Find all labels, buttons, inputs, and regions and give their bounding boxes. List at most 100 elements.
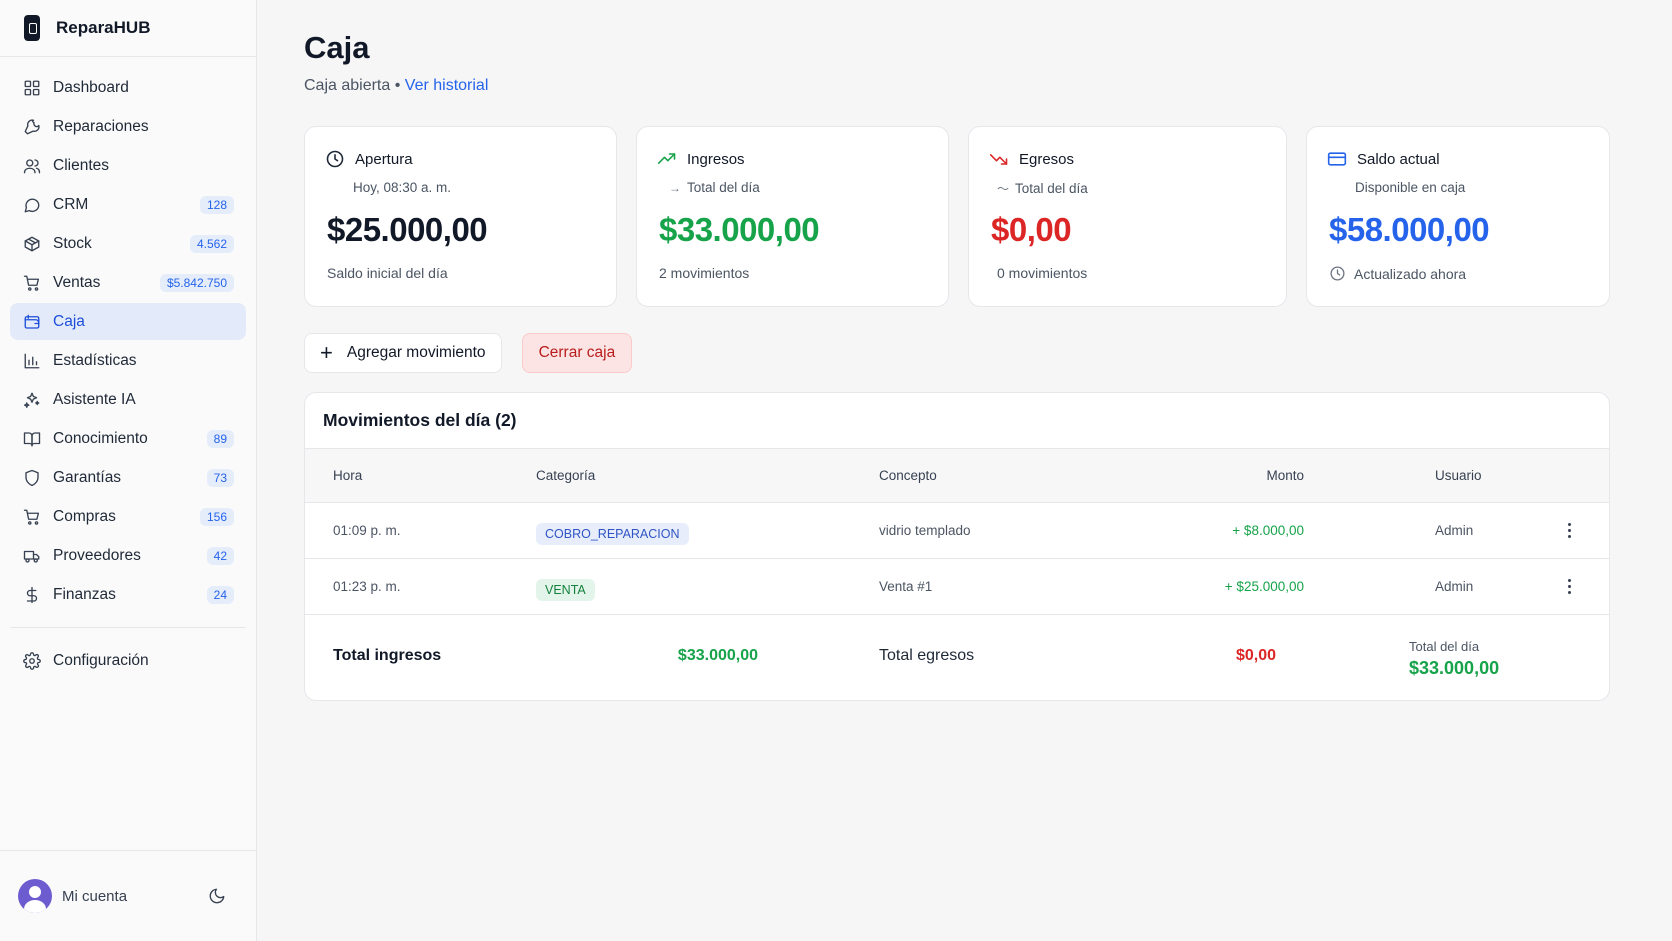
card-title: Egresos [1019, 150, 1075, 168]
book-icon [23, 430, 41, 448]
total-income-label: Total ingresos [333, 647, 442, 664]
card-subtitle-text: Total del día [687, 180, 760, 195]
sidebar-settings: Configuración [0, 642, 256, 679]
table-row[interactable]: 01:09 p. m. COBRO_REPARACION vidrio temp… [305, 503, 1609, 559]
sidebar-item-garantias[interactable]: Garantías 73 [10, 459, 246, 496]
category-tag: COBRO_REPARACION [536, 523, 689, 545]
arrow-right-icon: → [669, 180, 681, 195]
bar-chart-icon [23, 352, 41, 370]
more-options-icon[interactable] [1568, 523, 1572, 541]
gear-icon [23, 651, 41, 670]
sidebar-item-label: Ventas [53, 273, 101, 291]
sparkles-icon [23, 391, 41, 409]
summary-cards: Apertura Hoy, 08:30 a. m. $25.000,00 Sal… [304, 126, 1610, 307]
sidebar-nav: Dashboard Reparaciones Clientes CRM 128 … [0, 57, 256, 613]
count-badge: 4.562 [189, 234, 234, 253]
table-header: Hora Categoría Concepto Monto Usuario [305, 449, 1609, 503]
opening-time: Hoy, 08:30 a. m. [353, 180, 452, 195]
more-options-icon[interactable] [1568, 579, 1572, 597]
sidebar-item-clientes[interactable]: Clientes [10, 147, 246, 184]
card-value: $0,00 [991, 211, 1072, 248]
table-row[interactable]: 01:23 p. m. VENTA Venta #1 + $25.000,00 … [305, 559, 1609, 615]
card-value: $58.000,00 [1329, 211, 1490, 248]
count-badge: 42 [206, 546, 234, 565]
close-register-button[interactable]: Cerrar caja [521, 333, 633, 373]
cell-concepto: vidrio templado [879, 523, 971, 538]
count-badge: 24 [206, 585, 234, 604]
cell-monto: + $25.000,00 [1224, 579, 1304, 594]
wallet-icon [23, 313, 41, 331]
sidebar-item-asistente-ia[interactable]: Asistente IA [10, 381, 246, 418]
credit-card-icon [1327, 152, 1347, 166]
card-footer: 0 movimientos [997, 265, 1087, 281]
dollar-icon [23, 586, 41, 604]
moon-icon[interactable] [208, 887, 226, 905]
sidebar-item-label: CRM [53, 195, 89, 213]
account-menu[interactable]: Mi cuenta [0, 850, 256, 941]
sidebar-item-ventas[interactable]: Ventas $5.842.750 [10, 264, 246, 301]
add-movement-button[interactable]: + Agregar movimiento [304, 333, 502, 373]
cell-usuario: Admin [1435, 523, 1474, 538]
sidebar-item-label: Asistente IA [53, 390, 136, 408]
sidebar-item-configuracion[interactable]: Configuración [10, 642, 246, 679]
card-footer: Saldo inicial del día [327, 265, 448, 281]
card-saldo-actual: Saldo actual Disponible en caja $58.000,… [1306, 126, 1610, 307]
grid-icon [23, 79, 41, 97]
sidebar-item-label: Caja [53, 312, 85, 330]
shield-icon [23, 469, 41, 487]
cart-icon [23, 274, 41, 292]
sidebar-item-label: Conocimiento [53, 429, 148, 447]
card-value: $25.000,00 [327, 211, 488, 248]
sidebar-item-label: Compras [53, 507, 116, 525]
table-totals: Total ingresos $33.000,00 Total egresos … [305, 615, 1609, 700]
card-header: Apertura [325, 149, 413, 169]
sidebar-item-label: Configuración [53, 651, 149, 669]
sidebar-item-reparaciones[interactable]: Reparaciones [10, 108, 246, 145]
column-header-monto: Monto [1266, 468, 1304, 483]
card-header: Saldo actual [1327, 149, 1440, 169]
sidebar-item-label: Estadísticas [53, 351, 137, 369]
table-title: Movimientos del día (2) [305, 393, 1609, 449]
sidebar-item-crm[interactable]: CRM 128 [10, 186, 246, 223]
sidebar-item-stock[interactable]: Stock 4.562 [10, 225, 246, 262]
sidebar-item-estadisticas[interactable]: Estadísticas [10, 342, 246, 379]
sidebar-item-dashboard[interactable]: Dashboard [10, 69, 246, 106]
wave-icon: 〜 [997, 182, 1010, 196]
card-title: Saldo actual [1357, 150, 1440, 168]
cell-concepto: Venta #1 [879, 579, 933, 594]
card-title: Apertura [355, 150, 413, 168]
sidebar-item-caja[interactable]: Caja [10, 303, 246, 340]
truck-icon [23, 547, 41, 565]
card-header: Ingresos [657, 149, 745, 169]
page-title: Caja [304, 30, 370, 65]
history-link[interactable]: Ver historial [405, 77, 489, 94]
sidebar-item-conocimiento[interactable]: Conocimiento 89 [10, 420, 246, 457]
card-subtitle: 〜 Total del día [997, 180, 1088, 197]
amount-badge: $5.842.750 [159, 273, 234, 292]
total-income-value: $33.000,00 [677, 647, 758, 664]
sidebar-item-label: Garantías [53, 468, 122, 486]
card-subtitle: Hoy, 08:30 a. m. [353, 180, 451, 195]
card-footer-text: Actualizado ahora [1354, 265, 1467, 282]
clock-icon [326, 150, 344, 168]
card-footer-text: 0 movimientos [997, 265, 1088, 281]
column-header-concepto: Concepto [879, 468, 937, 483]
sidebar-item-label: Clientes [53, 156, 109, 174]
card-subtitle: → Total del día [669, 180, 760, 195]
cell-usuario: Admin [1435, 579, 1474, 594]
card-footer: 2 movimientos [659, 265, 749, 281]
brand[interactable]: ReparaHUB [0, 0, 256, 57]
phone-logo-icon [24, 15, 40, 41]
card-apertura: Apertura Hoy, 08:30 a. m. $25.000,00 Sal… [304, 126, 617, 307]
card-ingresos: Ingresos → Total del día $33.000,00 2 mo… [636, 126, 949, 307]
sidebar-item-label: Stock [53, 234, 92, 252]
page-subtitle: Caja abierta • Ver historial [304, 77, 488, 95]
column-header-usuario: Usuario [1435, 468, 1482, 483]
sidebar-item-proveedores[interactable]: Proveedores 42 [10, 537, 246, 574]
cell-monto: + $8.000,00 [1232, 523, 1304, 538]
card-footer-text: 2 movimientos [659, 265, 750, 281]
sidebar-item-finanzas[interactable]: Finanzas 24 [10, 576, 246, 613]
cash-status: Caja abierta [304, 77, 391, 94]
box-icon [23, 235, 41, 253]
sidebar-item-compras[interactable]: Compras 156 [10, 498, 246, 535]
